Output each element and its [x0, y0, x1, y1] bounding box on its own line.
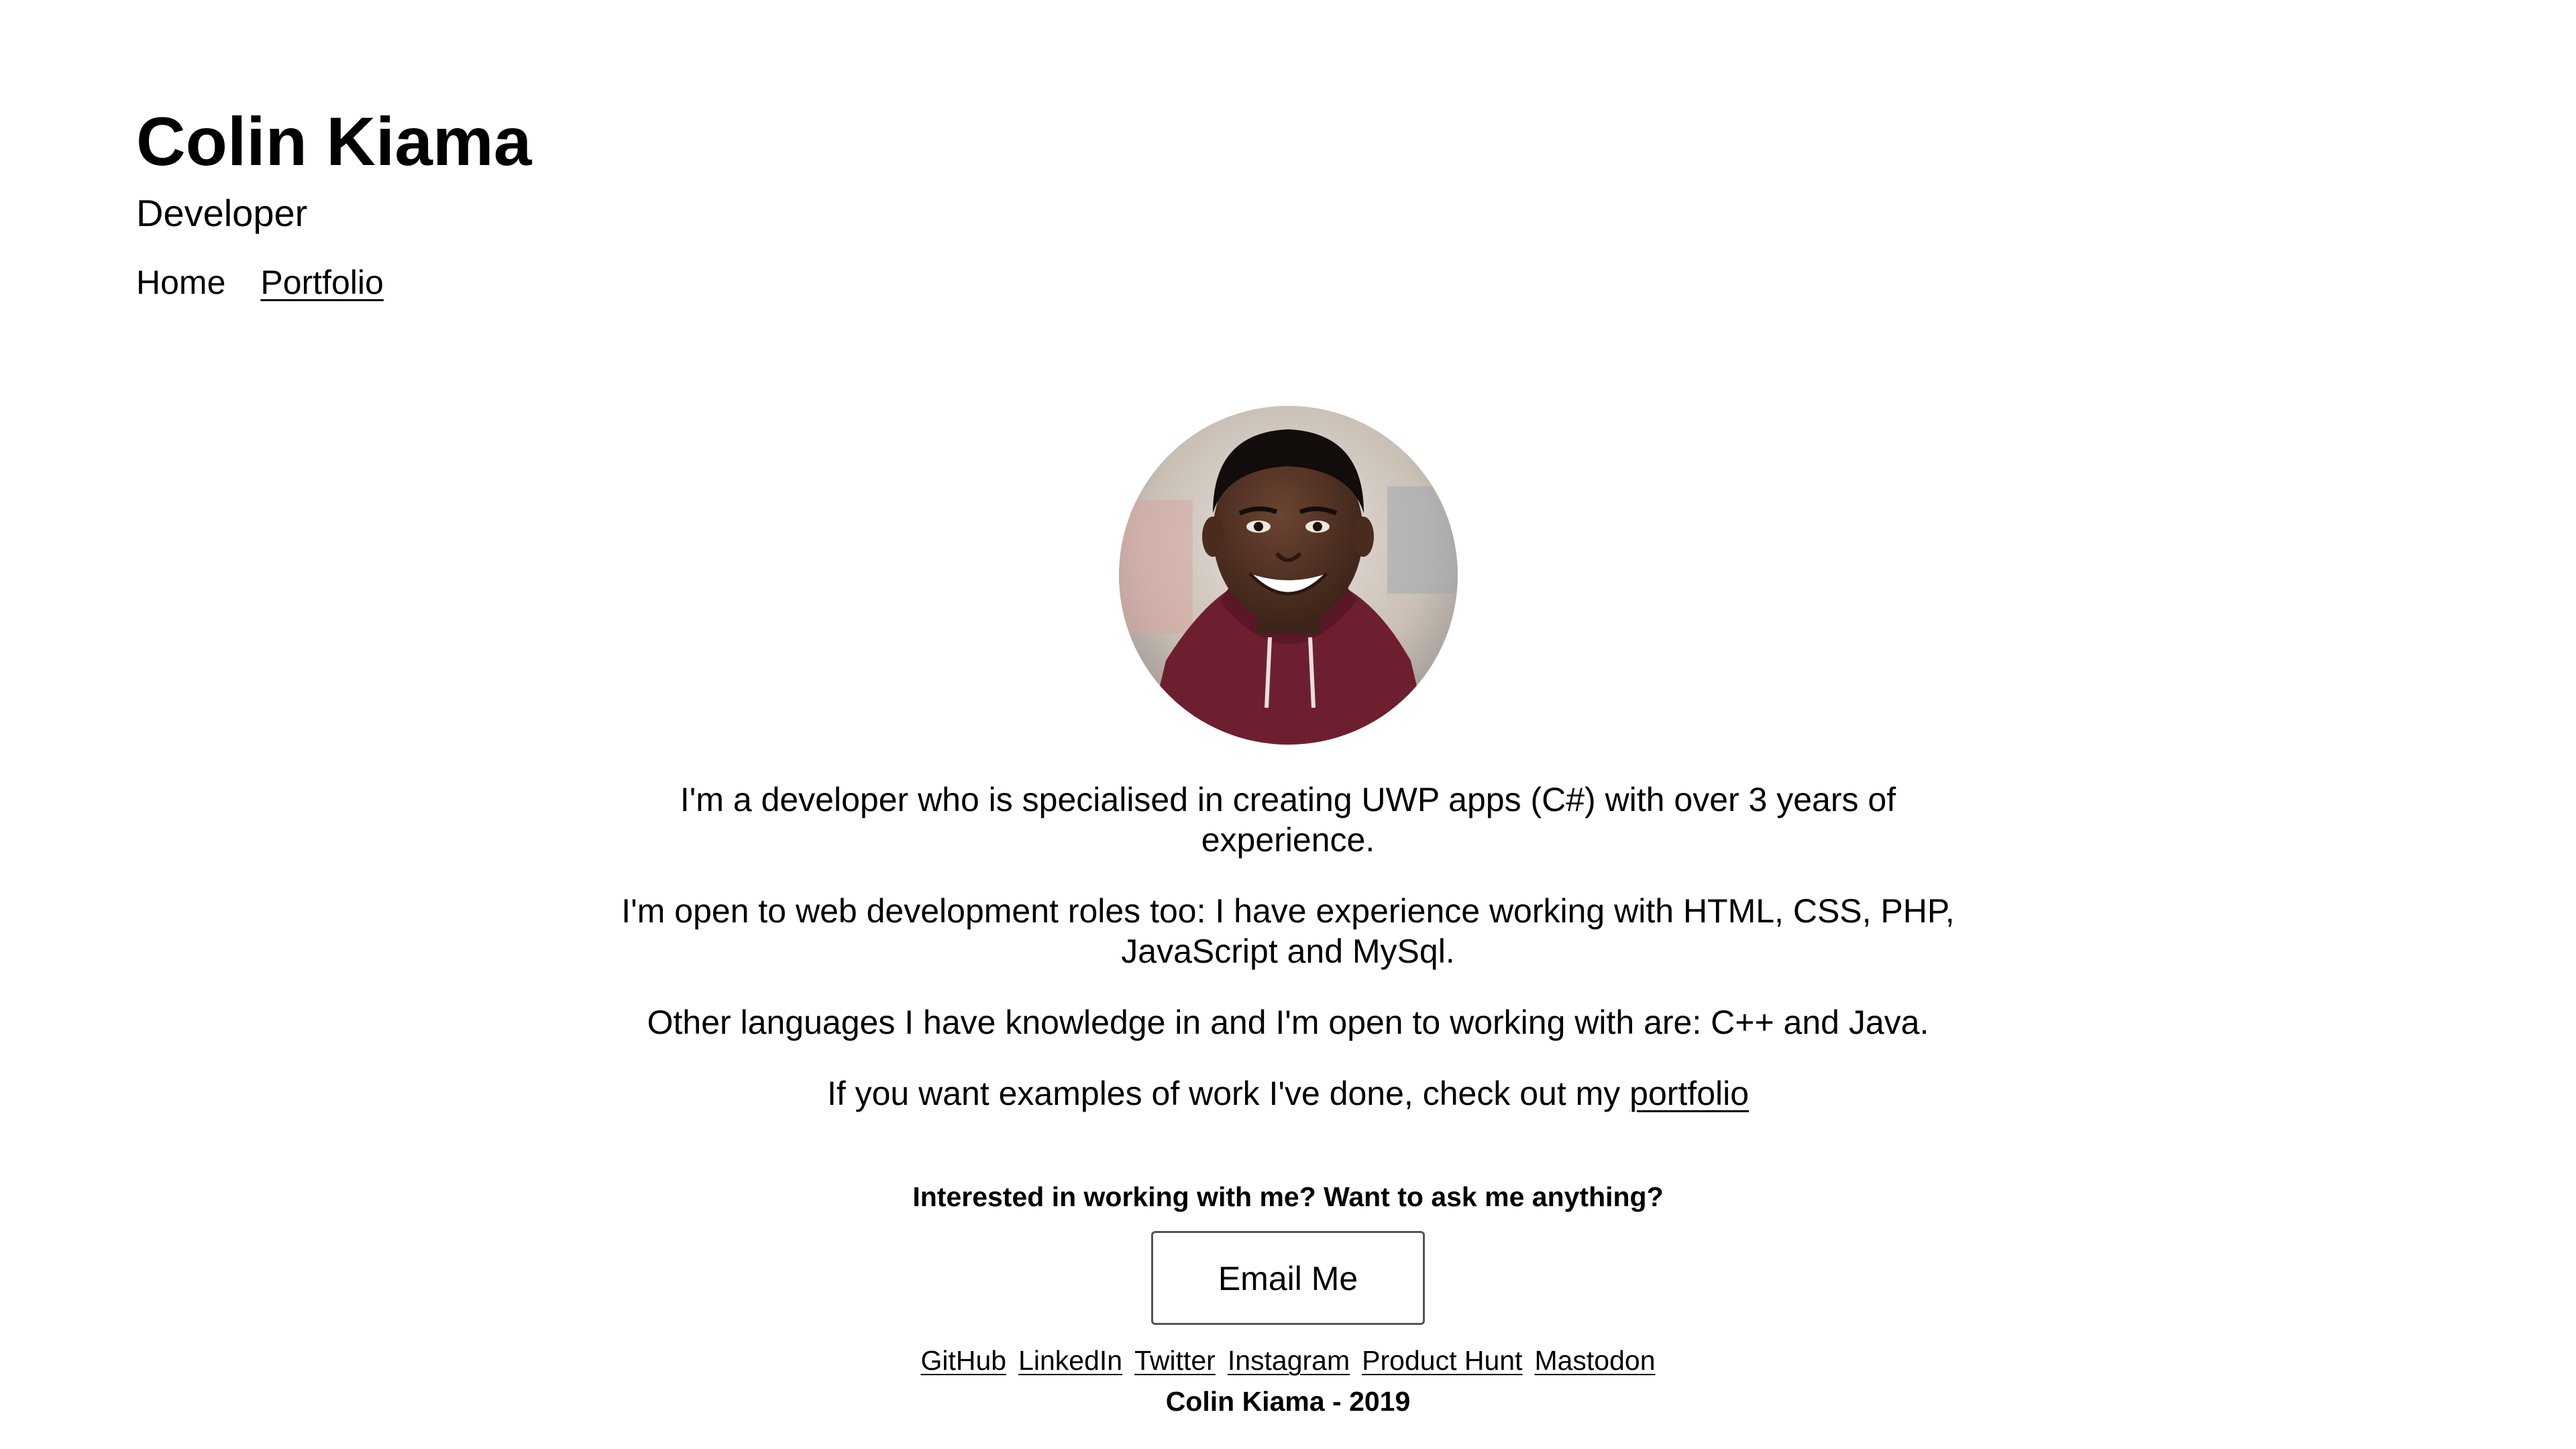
site-subtitle: Developer	[136, 192, 308, 235]
contact-section: Interested in working with me? Want to a…	[0, 1181, 2576, 1326]
main-nav: Home Portfolio	[136, 263, 531, 302]
twitter-link[interactable]: Twitter	[1134, 1345, 1216, 1377]
portfolio-link[interactable]: portfolio	[1629, 1075, 1749, 1112]
bio-paragraph: I'm a developer who is specialised in cr…	[680, 781, 1896, 859]
mastodon-link[interactable]: Mastodon	[1534, 1345, 1655, 1377]
bio-paragraph: I'm open to web development roles too: I…	[621, 892, 1955, 970]
main-content: I'm a developer who is specialised in cr…	[0, 406, 2576, 1144]
contact-heading: Interested in working with me? Want to a…	[912, 1181, 1664, 1212]
copyright: Colin Kiama - 2019	[1165, 1386, 1411, 1417]
profile-photo	[1118, 406, 1458, 745]
product-hunt-link[interactable]: Product Hunt	[1362, 1345, 1522, 1377]
linkedin-link[interactable]: LinkedIn	[1018, 1345, 1122, 1377]
portfolio-prompt-text: If you want examples of work I've done, …	[826, 1075, 1621, 1112]
bio: I'm a developer who is specialised in cr…	[617, 780, 1959, 1114]
social-links: GitHub LinkedIn Twitter Instagram Produc…	[0, 1345, 2576, 1377]
page: Colin Kiama Developer Home Portfolio I'm…	[0, 0, 2576, 1449]
site-title: Colin Kiama	[136, 103, 532, 180]
nav-link-home[interactable]: Home	[136, 263, 225, 302]
avatar	[1118, 406, 1458, 745]
bio-paragraph: Other languages I have knowledge in and …	[647, 1004, 1929, 1041]
bio-paragraph-portfolio: If you want examples of work I've done, …	[617, 1073, 1959, 1114]
instagram-link[interactable]: Instagram	[1228, 1345, 1350, 1377]
github-link[interactable]: GitHub	[920, 1345, 1006, 1377]
email-me-button[interactable]: Email Me	[1151, 1231, 1425, 1326]
nav-link-portfolio[interactable]: Portfolio	[260, 263, 383, 302]
site-header: Colin Kiama Developer Home Portfolio	[136, 101, 531, 302]
site-footer: GitHub LinkedIn Twitter Instagram Produc…	[0, 1345, 2576, 1417]
